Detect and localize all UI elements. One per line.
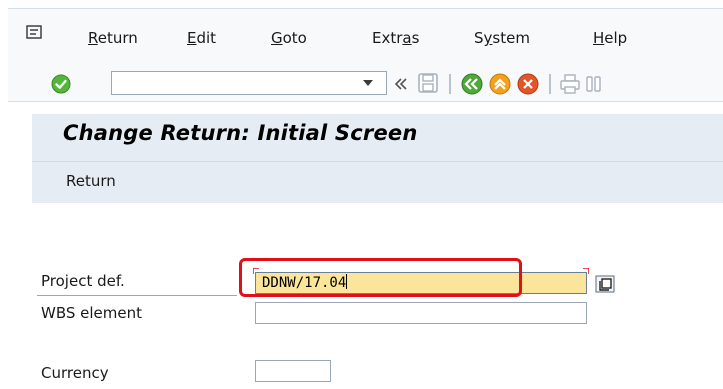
save-icon[interactable] [417,72,439,94]
find-icon[interactable] [585,73,603,95]
double-chevron-left-icon[interactable] [394,76,408,92]
print-icon[interactable] [559,73,581,95]
menu-extras[interactable]: Extras [372,29,419,47]
dropdown-icon[interactable] [363,80,373,86]
menu-return[interactable]: Return [88,29,138,47]
menu-system[interactable]: System [474,29,530,47]
menu-goto[interactable]: Goto [271,29,307,47]
wbs-element-label: WBS element [41,304,143,322]
application-toolbar [32,162,723,203]
menu-icon[interactable] [26,25,42,39]
return-button[interactable]: Return [66,172,116,190]
back-icon[interactable] [461,73,483,95]
ok-icon[interactable] [51,74,71,94]
toolbar [8,67,723,102]
page-title: Change Return: Initial Screen [63,121,418,145]
wbs-element-field[interactable] [255,302,587,324]
highlight-box [239,258,522,297]
currency-field[interactable] [255,360,331,382]
label-underline [37,295,237,296]
toolbar-separator [549,74,551,94]
project-def-label: Project def. [41,272,125,290]
currency-label: Currency [41,364,109,382]
exit-icon[interactable] [489,73,511,95]
menu-help[interactable]: Help [593,29,627,47]
menu-edit[interactable]: Edit [187,29,216,47]
cancel-icon[interactable] [517,73,539,95]
value-help-icon[interactable] [595,275,615,293]
toolbar-separator [449,74,451,94]
field-corner-mark [583,268,589,274]
field-corner-mark [253,268,259,274]
command-field[interactable] [111,71,387,95]
